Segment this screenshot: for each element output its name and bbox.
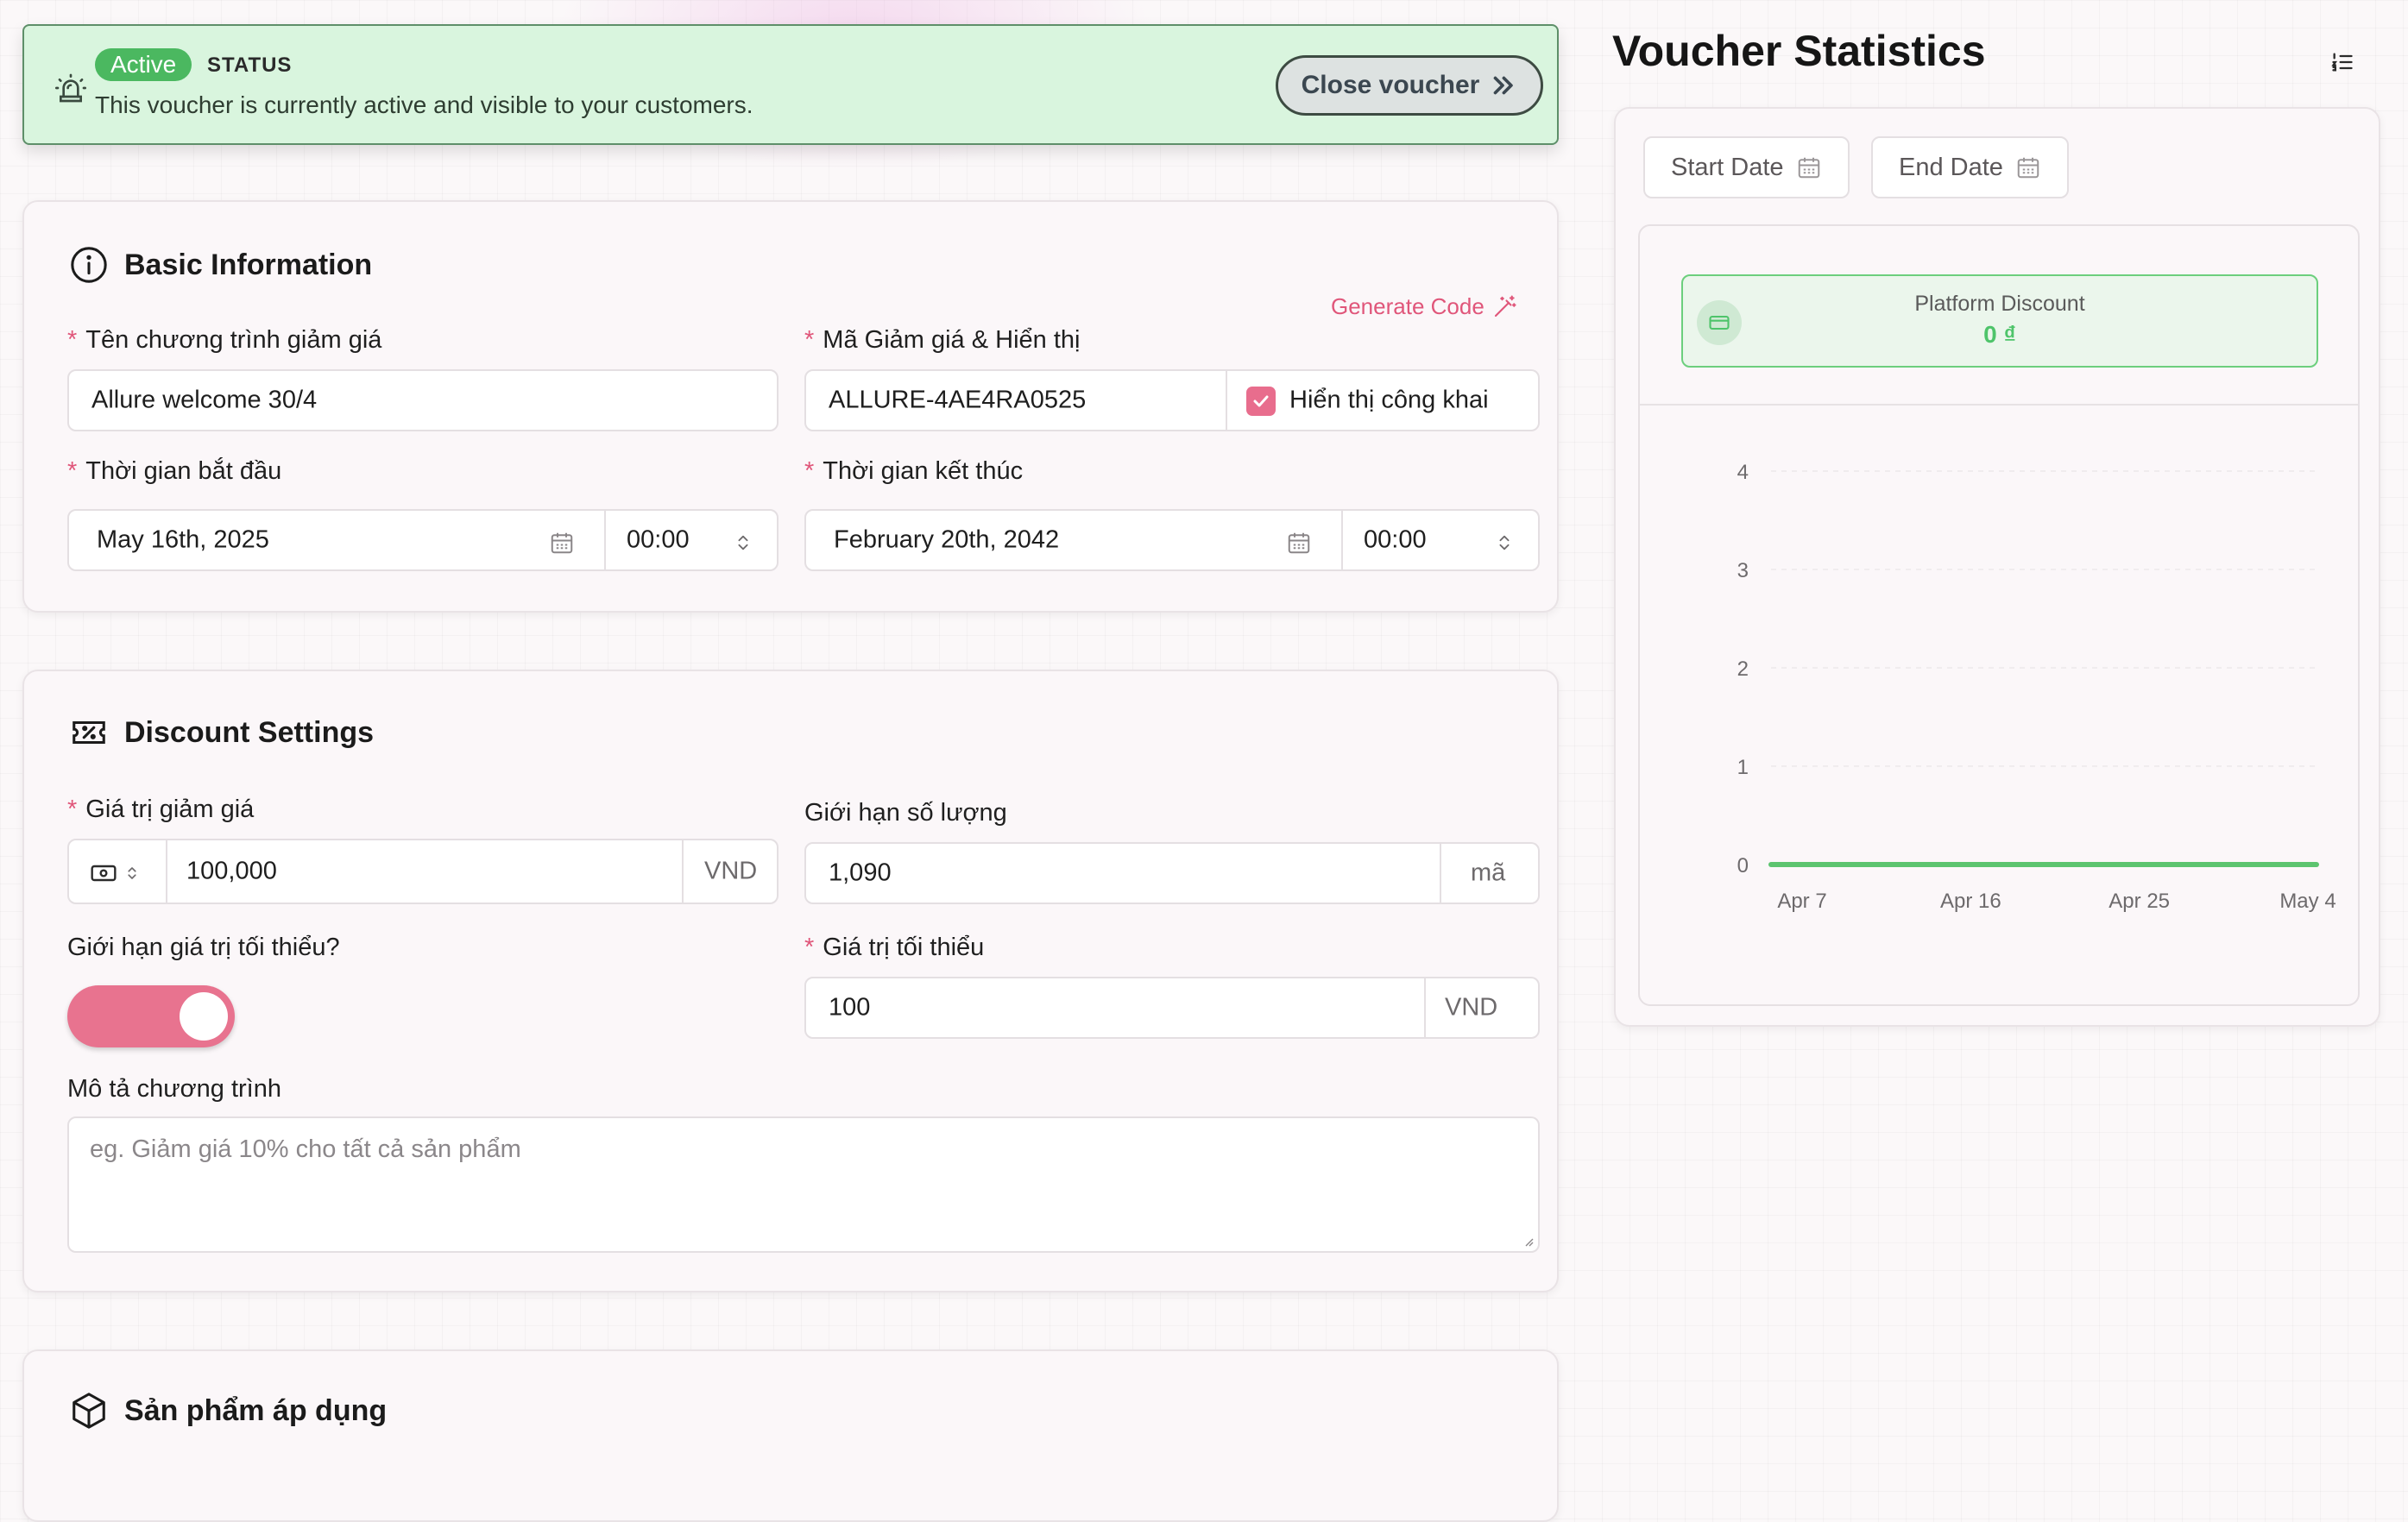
min-limit-toggle[interactable] [67,985,235,1047]
description-label: Mô tả chương trình [67,1075,281,1103]
calendar-icon [1798,157,1819,179]
close-voucher-label: Close voucher [1301,71,1480,99]
chevron-updown-icon [128,867,136,879]
check-icon [1253,395,1269,407]
min-value-input[interactable]: 100 [829,994,870,1022]
discount-value-label: * Giá trị giảm giá [67,796,255,823]
program-name-label: * Tên chương trình giảm giá [67,326,382,354]
stepper-icon[interactable] [734,531,753,554]
y-tick-label: 1 [1737,756,1749,779]
min-value-group: 100 VND [804,977,1540,1039]
start-date-button[interactable]: Start Date [1643,136,1850,198]
package-icon [72,1393,105,1429]
end-date-input[interactable]: February 20th, 2042 [834,526,1059,555]
list-ordered-icon[interactable] [2330,50,2354,74]
discount-unit: VND [704,857,758,885]
discount-settings-card: Discount Settings * Giá trị giảm giá 100,… [22,670,1559,1292]
statistics-panel: Start Date End Date Platform Discount 0 … [1614,107,2380,1027]
program-name-input[interactable]: Allure welcome 30/4 [67,369,779,431]
quantity-limit-label: Giới hạn số lượng [804,799,1007,827]
min-value-label: * Giá trị tối thiểu [804,934,985,961]
basic-information-card: Basic Information * Tên chương trình giảm… [22,200,1559,613]
start-date-input[interactable]: May 16th, 2025 [97,526,269,555]
chevrons-right-icon [1494,76,1514,95]
description-textarea[interactable]: eg. Giảm giá 10% cho tất cả sản phẩm [67,1116,1540,1253]
status-banner: Active STATUS This voucher is currently … [22,24,1559,145]
platform-discount-value: 0 ₫ [1983,321,2016,348]
discount-settings-heading: Discount Settings [69,713,374,752]
platform-discount-label: Platform Discount [1914,292,2085,316]
voucher-code-label: * Mã Giảm giá & Hiển thị [804,326,1081,354]
public-label: Hiển thị công khai [1289,386,1489,414]
calendar-icon[interactable] [549,530,575,556]
start-time-label: * Thời gian bắt đầu [67,457,282,485]
min-value-unit: VND [1445,993,1498,1022]
divider [1640,404,2358,406]
close-voucher-button[interactable]: Close voucher [1276,55,1543,116]
calendar-icon[interactable] [1286,530,1312,556]
x-tick-label: May 4 [2279,890,2336,913]
generate-code-button[interactable]: Generate Code [1331,293,1517,320]
y-tick-label: 0 [1737,854,1749,877]
basic-information-title: Basic Information [124,248,373,281]
toggle-knob [180,992,228,1041]
applicable-products-heading: Sản phẩm áp dụng [69,1391,387,1431]
end-datetime-group: February 20th, 2042 00:00 [804,509,1540,571]
start-datetime-group: May 16th, 2025 00:00 [67,509,779,571]
discount-type-select[interactable] [69,840,166,903]
quantity-limit-group: 1,090 mã [804,842,1540,904]
info-icon [71,247,107,283]
resize-grip-icon[interactable] [1521,1234,1535,1248]
description-placeholder: eg. Giảm giá 10% cho tất cả sản phẩm [90,1135,521,1163]
voucher-statistics-title: Voucher Statistics [1612,27,1986,75]
end-time-input[interactable]: 00:00 [1364,526,1427,555]
status-label: STATUS [207,53,293,77]
y-tick-label: 4 [1737,461,1749,484]
voucher-code-group: ALLURE-4AE4RA0525 Hiển thị công khai [804,369,1540,431]
status-message: This voucher is currently active and vis… [95,91,753,118]
quantity-unit: mã [1471,858,1506,887]
end-time-label: * Thời gian kết thúc [804,457,1024,485]
y-tick-label: 3 [1737,559,1749,582]
quantity-limit-input[interactable]: 1,090 [829,859,892,888]
x-tick-label: Apr 7 [1777,890,1826,913]
public-visibility-toggle[interactable]: Hiển thị công khai [1226,371,1538,430]
calendar-icon [2017,157,2039,179]
discount-value-group: 100,000 VND [67,839,779,904]
discount-value-input[interactable]: 100,000 [186,858,277,886]
basic-information-heading: Basic Information [69,245,372,285]
voucher-code-input[interactable]: ALLURE-4AE4RA0525 [829,387,1086,415]
status-badge: Active [95,48,192,81]
statistics-card: Platform Discount 0 ₫ 0 1 2 3 4 Apr 7 Apr 16 Ap… [1638,224,2360,1006]
applicable-products-title: Sản phẩm áp dụng [124,1393,388,1427]
start-time-input[interactable]: 00:00 [627,526,690,555]
platform-discount-box: Platform Discount 0 ₫ [1681,274,2318,368]
magic-wand-icon [1494,294,1516,317]
x-tick-label: Apr 25 [2109,890,2170,913]
y-tick-label: 2 [1737,657,1749,681]
public-checkbox[interactable] [1246,387,1276,416]
start-date-button-label: Start Date [1671,153,1784,181]
end-date-button-label: End Date [1899,153,2003,181]
applicable-products-card: Sản phẩm áp dụng [22,1349,1559,1522]
discount-settings-title: Discount Settings [124,715,375,749]
siren-icon [54,73,86,103]
min-limit-toggle-label: Giới hạn giá trị tối thiểu? [67,934,340,961]
stepper-icon[interactable] [1495,531,1514,554]
statistics-chart: 0 1 2 3 4 Apr 7 Apr 16 Apr 25 May 4 [1737,461,2336,913]
ticket-percent-icon [72,720,105,745]
end-date-button[interactable]: End Date [1871,136,2069,198]
money-icon [91,865,117,882]
x-tick-label: Apr 16 [1940,890,2001,913]
